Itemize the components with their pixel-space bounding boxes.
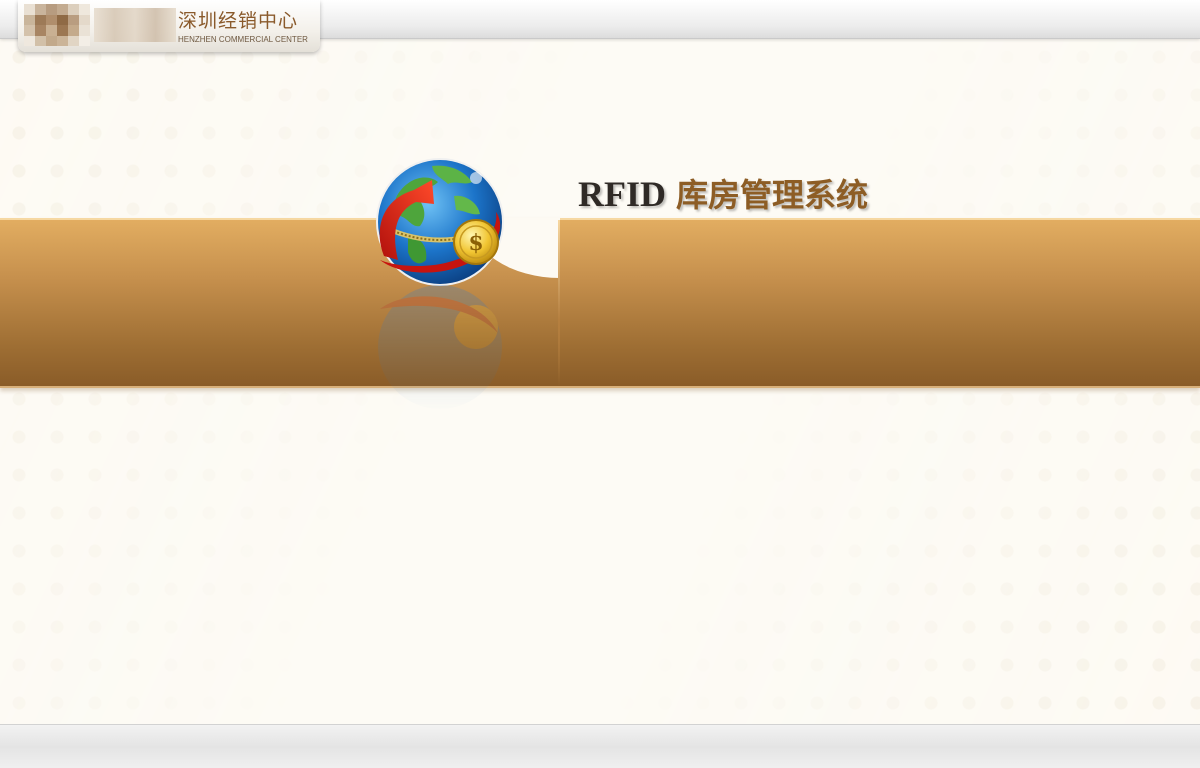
logo-tab: 深圳经销中心 HENZHEN COMMERCIAL CENTER [18,0,320,52]
svg-text:$: $ [468,230,483,256]
logo-english-name: HENZHEN COMMERCIAL CENTER [178,35,308,44]
globe-reflection [368,283,518,413]
page-title: RFID 库房管理系统 [578,170,868,216]
logo-blurred-text [94,8,176,42]
logo-chinese-name: 深圳经销中心 [178,10,299,32]
globe-dollar-arrow-icon: $ [368,156,518,291]
bottom-bar [0,724,1200,768]
title-english: RFID [578,174,666,214]
title-band [0,218,1200,388]
band-divider [558,220,560,386]
title-chinese: 库房管理系统 [676,176,869,214]
logo-emblem-icon [24,4,90,46]
